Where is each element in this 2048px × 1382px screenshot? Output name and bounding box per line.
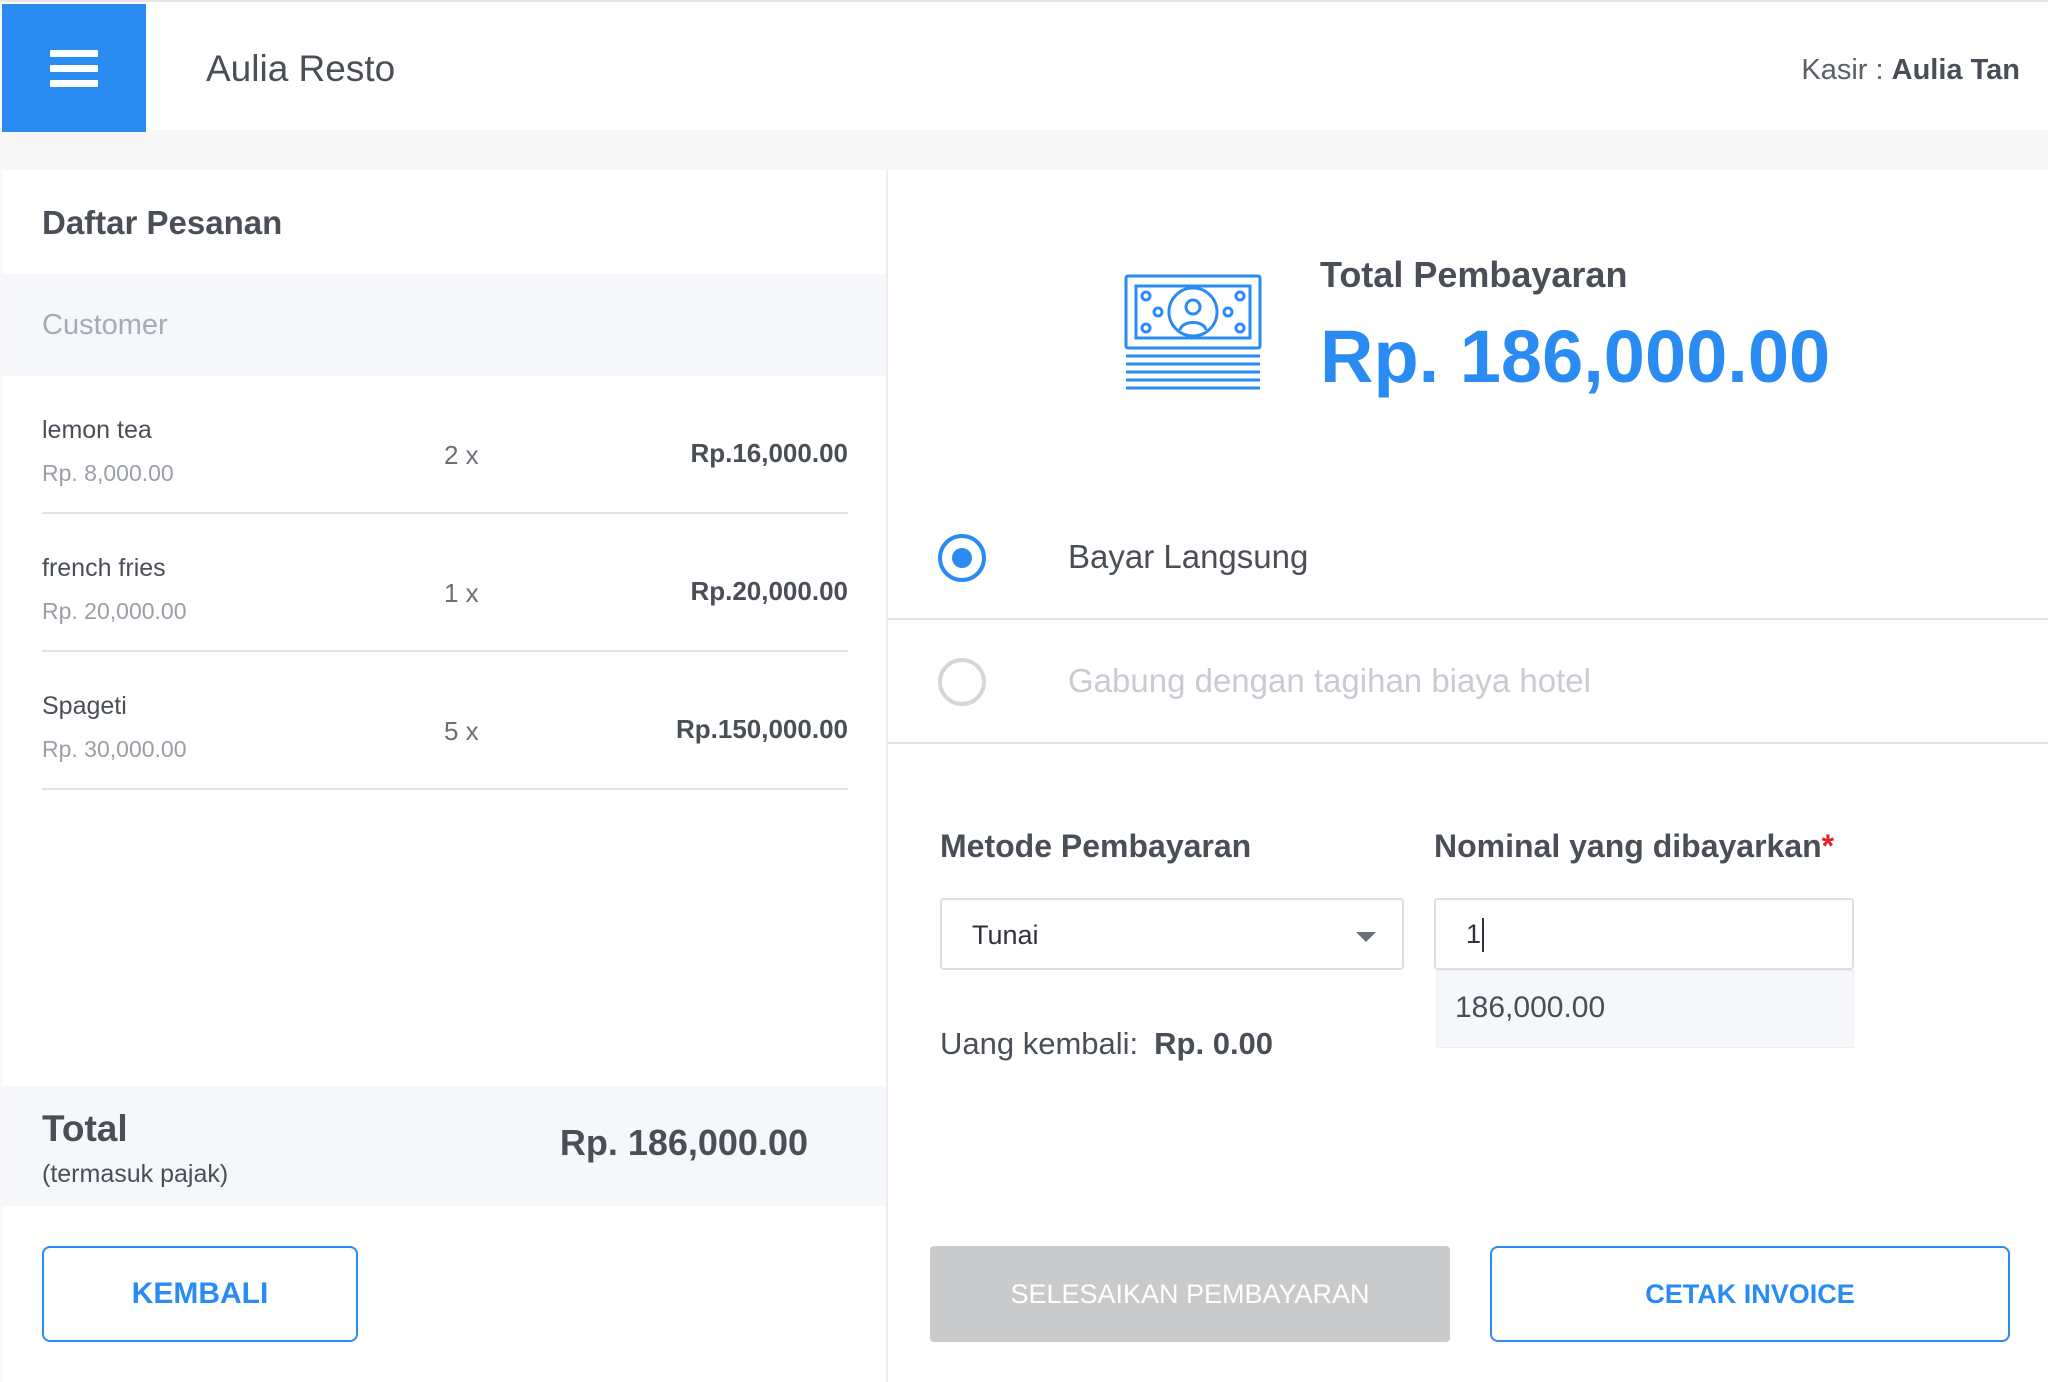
item-subtotal: Rp.150,000.00	[675, 714, 848, 744]
payment-method-select[interactable]: Tunai	[940, 898, 1404, 970]
change-value: Rp. 0.00	[1154, 1026, 1274, 1061]
item-subtotal: Rp.16,000.00	[690, 438, 848, 468]
item-name: Spageti	[42, 692, 127, 720]
order-list-title: Daftar Pesanan	[42, 204, 283, 241]
app-title: Aulia Resto	[206, 48, 396, 89]
item-name: lemon tea	[42, 416, 152, 444]
item-unit-price: Rp. 20,000.00	[42, 598, 187, 624]
cashier-label: Kasir :	[1801, 54, 1884, 86]
order-list: lemon tea Rp. 8,000.00 2 x Rp.16,000.00 …	[42, 376, 848, 790]
item-quantity: 5 x	[444, 716, 479, 746]
order-item: lemon tea Rp. 8,000.00 2 x Rp.16,000.00	[42, 376, 848, 514]
option-label: Gabung dengan tagihan biaya hotel	[1068, 662, 1591, 699]
chevron-down-icon	[1356, 932, 1376, 942]
payment-total-amount: Rp. 186,000.00	[1320, 315, 1831, 398]
order-panel: Daftar Pesanan Customer lemon tea Rp. 8,…	[2, 170, 888, 1382]
item-quantity: 2 x	[444, 440, 479, 470]
radio-unselected-icon[interactable]	[938, 658, 986, 706]
item-subtotal: Rp.20,000.00	[690, 576, 848, 606]
payment-method-label: Metode Pembayaran	[940, 828, 1252, 864]
order-item: french fries Rp. 20,000.00 1 x Rp.20,000…	[42, 514, 848, 652]
nominal-input[interactable]	[1434, 898, 1854, 970]
order-item: Spageti Rp. 30,000.00 5 x Rp.150,000.00	[42, 652, 848, 790]
option-hotel-bill[interactable]: Gabung dengan tagihan biaya hotel	[888, 620, 2048, 744]
total-note: (termasuk pajak)	[42, 1160, 229, 1188]
text-cursor	[1482, 918, 1484, 952]
change-info: Uang kembali: Rp. 0.00	[940, 1026, 1273, 1062]
option-direct-payment[interactable]: Bayar Langsung	[888, 496, 2048, 620]
change-label: Uang kembali:	[940, 1026, 1139, 1061]
finish-payment-button[interactable]: SELESAIKAN PEMBAYARAN	[930, 1246, 1450, 1342]
nominal-label-text: Nominal yang dibayarkan	[1434, 828, 1822, 864]
nominal-label: Nominal yang dibayarkan*	[1434, 828, 1834, 865]
payment-total-title: Total Pembayaran	[1320, 254, 1628, 295]
payment-method-value: Tunai	[972, 920, 1039, 950]
total-amount: Rp. 186,000.00	[559, 1122, 808, 1163]
item-name: french fries	[42, 554, 166, 582]
item-quantity: 1 x	[444, 578, 479, 608]
cashier-name: Aulia Tan	[1891, 54, 2020, 86]
item-unit-price: Rp. 8,000.00	[42, 460, 174, 486]
nominal-suggestion[interactable]: 186,000.00	[1436, 970, 1854, 1048]
total-label: Total	[42, 1108, 128, 1149]
required-marker: *	[1821, 828, 1835, 864]
menu-button[interactable]	[2, 4, 146, 132]
payment-panel: Total Pembayaran Rp. 186,000.00 Bayar La…	[888, 170, 2048, 1382]
suggestion-text: 186,000.00	[1455, 991, 1606, 1024]
hamburger-menu-icon	[50, 42, 98, 95]
back-button[interactable]: KEMBALI	[42, 1246, 358, 1342]
cashier-info: Kasir : Aulia Tan	[1801, 54, 2020, 87]
print-invoice-button[interactable]: CETAK INVOICE	[1490, 1246, 2010, 1342]
customer-label: Customer	[42, 308, 168, 341]
option-label: Bayar Langsung	[1068, 538, 1309, 575]
top-header: Aulia Resto Kasir : Aulia Tan	[0, 0, 2048, 132]
customer-field[interactable]: Customer	[2, 274, 886, 376]
money-bill-icon	[1124, 274, 1262, 390]
radio-selected-icon[interactable]	[938, 534, 986, 582]
order-total-bar: Total (termasuk pajak) Rp. 186,000.00	[2, 1086, 886, 1206]
item-unit-price: Rp. 30,000.00	[42, 736, 187, 762]
